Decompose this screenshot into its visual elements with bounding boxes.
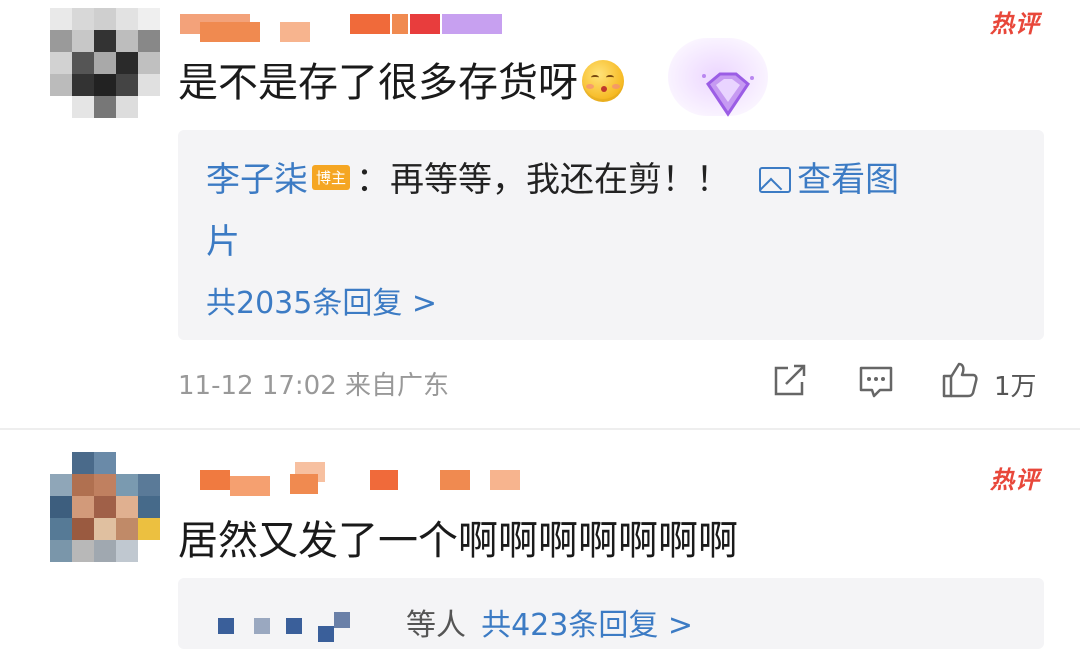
comment-text: 是不是存了很多存货呀 <box>178 50 624 108</box>
kissing-face-icon <box>582 60 624 102</box>
blogger-tag: 博主 <box>312 165 351 190</box>
avatar[interactable] <box>50 8 160 118</box>
username-pixelated[interactable] <box>180 14 510 44</box>
replier-avatars <box>218 612 358 642</box>
image-icon <box>759 167 792 193</box>
reply-count-link[interactable]: 共423条回复 > <box>481 608 693 643</box>
hot-comment-badge: 热评 <box>990 10 1040 38</box>
reply-people-label: 等人 <box>406 608 466 643</box>
diamond-badge-icon <box>702 72 754 117</box>
reply-author[interactable]: 李子柒 <box>206 160 308 200</box>
comment-meta: 11-12 17:02 来自广东 <box>178 371 450 401</box>
reply-preview-box[interactable]: 李子柒 博主 ：再等等，我还在剪！！ 查看图 片 共2035条回复 > <box>178 130 1044 340</box>
comment-icon[interactable] <box>858 364 894 400</box>
avatar[interactable] <box>50 452 160 562</box>
like-count: 1万 <box>994 372 1037 402</box>
reply-summary[interactable]: 等人 共423条回复 > <box>406 600 693 644</box>
comment-body: 是不是存了很多存货呀 <box>178 60 578 106</box>
view-image-link-continued[interactable]: 片 <box>206 214 240 263</box>
view-image-link[interactable]: 查看图 <box>759 160 899 200</box>
reply-preview-box[interactable]: 等人 共423条回复 > <box>178 578 1044 649</box>
hot-comment-badge: 热评 <box>990 466 1040 494</box>
comment-body: 居然又发了一个啊啊啊啊啊啊啊 <box>178 518 738 564</box>
like-thumb-icon[interactable] <box>940 360 980 400</box>
reply-count-link[interactable]: 共2035条回复 > <box>206 278 437 322</box>
share-icon[interactable] <box>772 364 808 398</box>
reply-text: ：再等等，我还在剪！！ <box>356 160 731 200</box>
username-pixelated[interactable] <box>200 462 530 498</box>
comment-divider <box>0 428 1080 430</box>
